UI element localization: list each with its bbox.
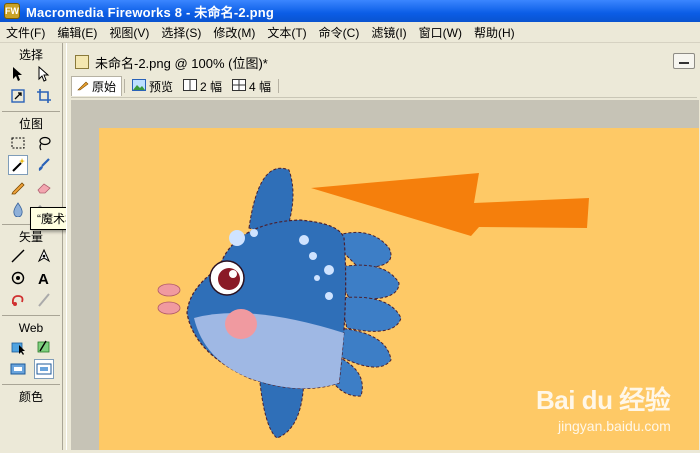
watermark-brand: Bai du 经验 xyxy=(536,385,671,415)
tab-4-up-label: 4 幅 xyxy=(249,79,272,94)
line-tool-icon[interactable] xyxy=(8,246,28,266)
knife-tool-icon[interactable] xyxy=(34,290,54,310)
menu-commands[interactable]: 命令(C) xyxy=(313,24,366,41)
svg-text:A: A xyxy=(38,271,49,286)
document-title: 未命名-2.png @ 100% (位图)* xyxy=(95,55,268,71)
show-slices-icon[interactable] xyxy=(34,359,54,379)
menu-help[interactable]: 帮助(H) xyxy=(468,24,521,41)
tab-original[interactable]: 原始 xyxy=(71,76,123,96)
pen-tool-icon[interactable] xyxy=(34,246,54,266)
view-tabs: 原始 预览 2 幅 4 幅 xyxy=(71,75,697,98)
title-bar: FW Macromedia Fireworks 8 - 未命名-2.png xyxy=(0,0,700,22)
scale-tool-icon[interactable] xyxy=(8,86,28,106)
tab-preview-label: 预览 xyxy=(149,79,174,94)
marquee-tool-icon[interactable] xyxy=(8,133,28,153)
tools-section-bitmap: 位图 xyxy=(18,117,43,131)
magic-wand-tool-icon[interactable] xyxy=(8,155,28,175)
four-up-icon xyxy=(232,78,247,94)
window-title: Macromedia Fireworks 8 - 未命名-2.png xyxy=(26,4,275,20)
freeform-tool-icon[interactable] xyxy=(8,290,28,310)
sunfish-illustration[interactable] xyxy=(157,167,402,439)
menu-modify[interactable]: 修改(M) xyxy=(207,24,261,41)
document-title-bar: 未命名-2.png @ 100% (位图)* xyxy=(67,51,700,73)
fireworks-app-icon: FW xyxy=(4,3,20,19)
tools-section-select: 选择 xyxy=(18,48,43,62)
tools-panel: 选择 位图 矢量 A Web 颜色 xyxy=(0,43,63,450)
menu-bar: 文件(F) 编辑(E) 视图(V) 选择(S) 修改(M) 文本(T) 命令(C… xyxy=(0,22,700,43)
pencil-icon xyxy=(77,79,89,94)
blur-tool-icon[interactable] xyxy=(8,199,28,219)
baidu-jingyan-watermark: Bai du 经验 jingyan.baidu.com xyxy=(536,380,696,446)
minimize-document-button[interactable] xyxy=(673,53,695,69)
preview-image-icon xyxy=(132,78,147,94)
slice-tool-icon[interactable] xyxy=(34,337,54,357)
menu-text[interactable]: 文本(T) xyxy=(261,24,312,41)
pointer-tool-icon[interactable] xyxy=(8,64,28,84)
lasso-tool-icon[interactable] xyxy=(34,133,54,153)
pencil-tool-icon[interactable] xyxy=(8,177,28,197)
watermark-url: jingyan.baidu.com xyxy=(558,418,671,434)
subselection-tool-icon[interactable] xyxy=(34,64,54,84)
menu-window[interactable]: 窗口(W) xyxy=(413,24,468,41)
tools-section-colors: 颜色 xyxy=(18,390,43,404)
menu-edit[interactable]: 编辑(E) xyxy=(51,24,103,41)
text-tool-icon[interactable]: A xyxy=(34,268,54,288)
document-icon xyxy=(75,55,89,69)
ellipse-tool-icon[interactable] xyxy=(8,268,28,288)
menu-view[interactable]: 视图(V) xyxy=(103,24,155,41)
menu-file[interactable]: 文件(F) xyxy=(0,24,51,41)
two-up-icon xyxy=(183,78,198,94)
orange-arrow xyxy=(311,173,589,236)
crop-tool-icon[interactable] xyxy=(34,86,54,106)
tools-section-web: Web xyxy=(18,321,44,335)
tab-4-up[interactable]: 4 幅 xyxy=(227,76,276,96)
tab-preview[interactable]: 预览 xyxy=(127,76,178,96)
menu-filters[interactable]: 滤镜(I) xyxy=(365,24,412,41)
tools-section-vector: 矢量 xyxy=(18,230,43,244)
tab-2-up[interactable]: 2 幅 xyxy=(178,76,227,96)
hotspot-tool-icon[interactable] xyxy=(8,337,28,357)
hide-slices-icon[interactable] xyxy=(8,359,28,379)
menu-select[interactable]: 选择(S) xyxy=(155,24,207,41)
eraser-tool-icon[interactable] xyxy=(34,177,54,197)
tab-2-up-label: 2 幅 xyxy=(200,79,223,94)
brush-tool-icon[interactable] xyxy=(34,155,54,175)
tab-original-label: 原始 xyxy=(92,80,117,94)
